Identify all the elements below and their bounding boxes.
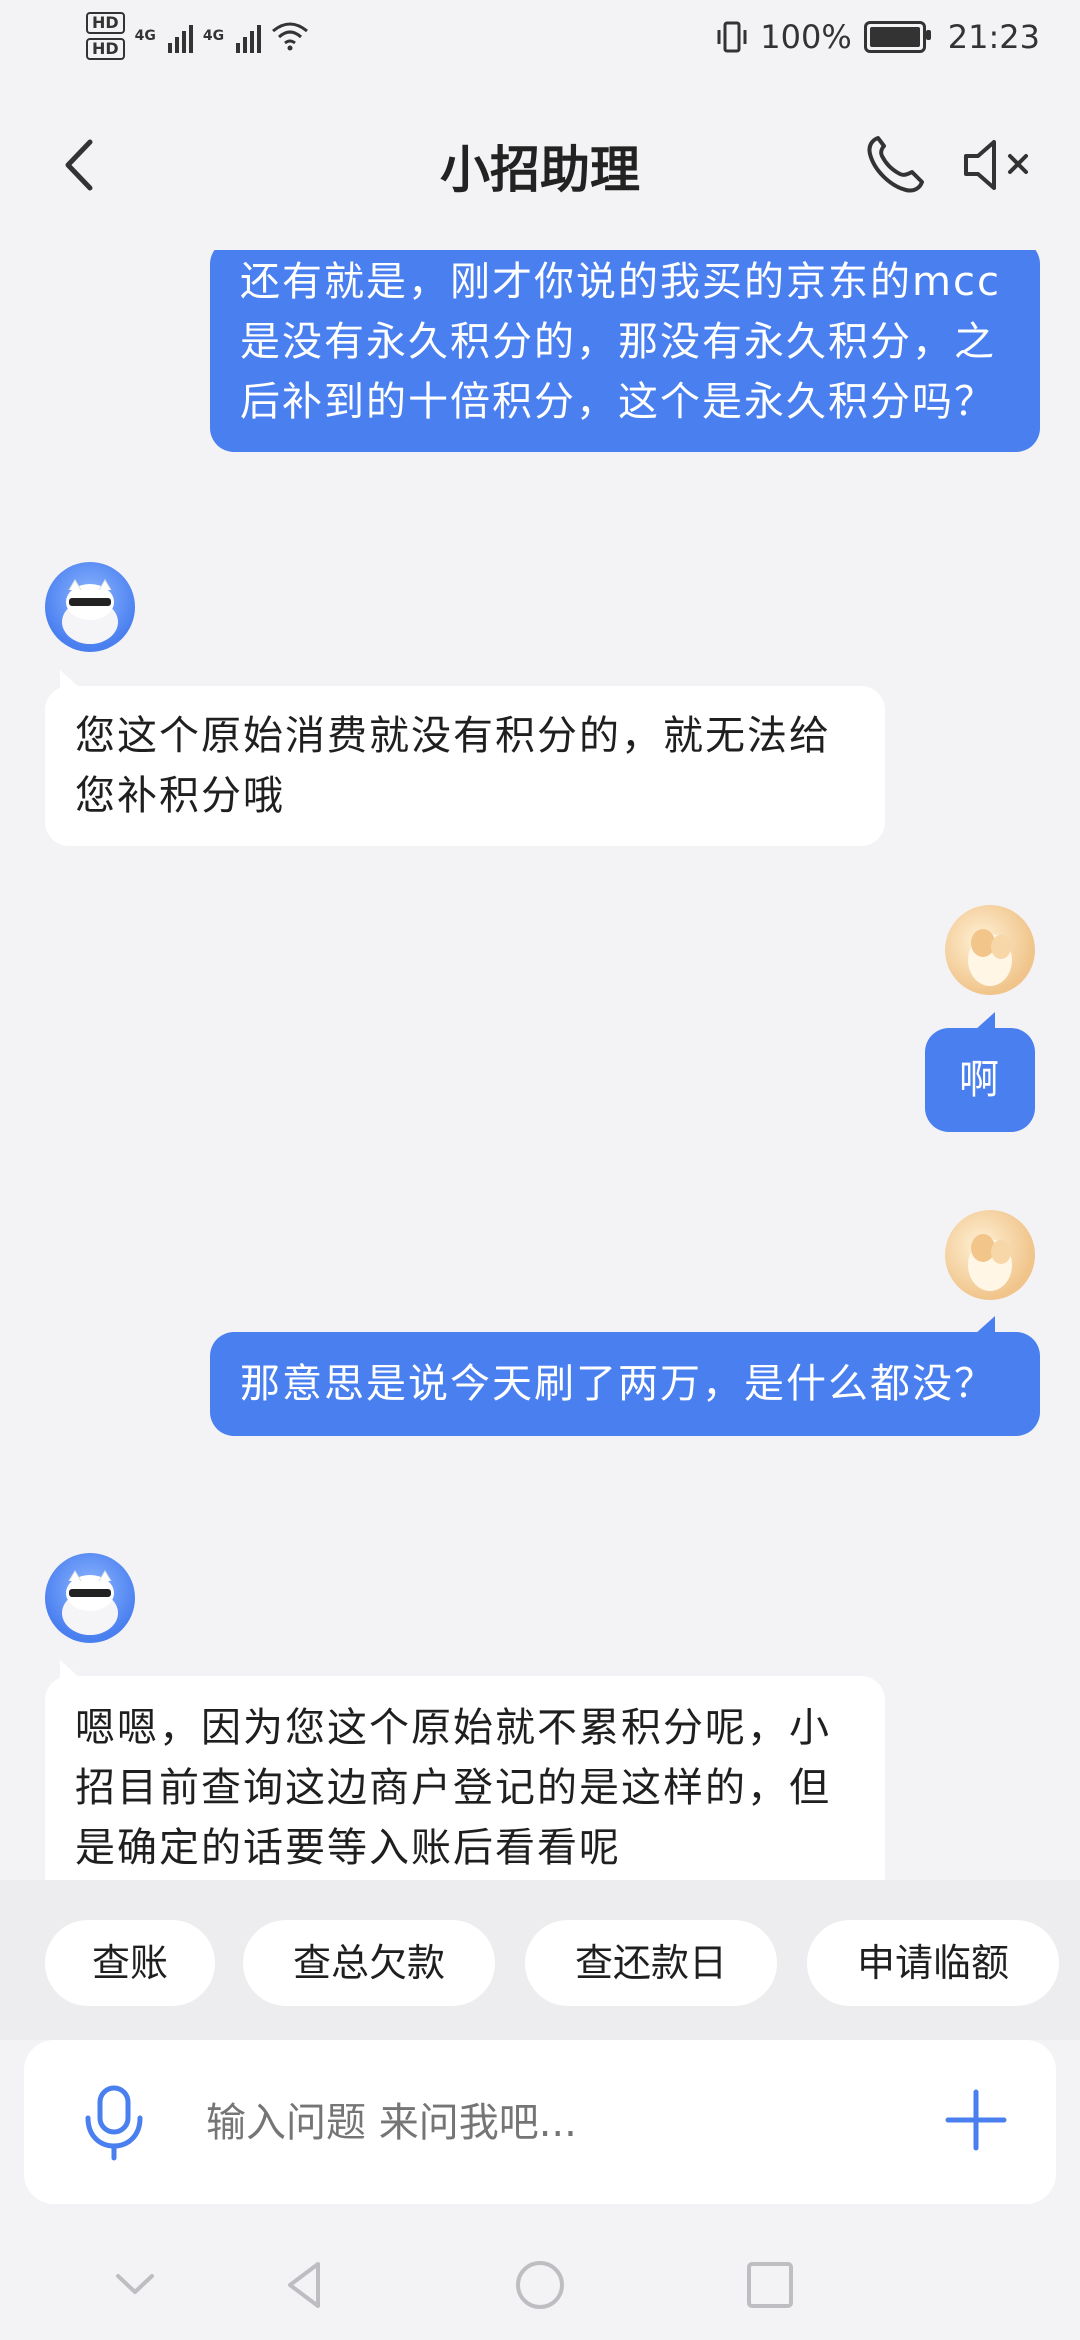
home-nav-icon[interactable] [505, 2250, 575, 2320]
recents-nav-icon[interactable] [735, 2250, 805, 2320]
vibrate-icon [717, 21, 747, 53]
user-avatar[interactable] [945, 1210, 1035, 1300]
cat-robot-icon [62, 1570, 118, 1635]
message-text: 啊 [959, 1057, 1001, 1103]
assistant-message: 嗯嗯，因为您这个原始就不累积分呢，小招目前查询这边商户登记的是这样的，但是确定的… [45, 1676, 885, 1880]
quick-chip-due-date[interactable]: 查还款日 [525, 1920, 777, 2006]
quick-chip-temp-limit[interactable]: 申请临额 [807, 1920, 1059, 2006]
assistant-message: 您这个原始消费就没有积分的，就无法给您补积分哦 [45, 686, 885, 846]
user-message: 还有就是，刚才你说的我买的京东的mcc是没有永久积分的，那没有永久积分，之后补到… [210, 250, 1040, 452]
user-message: 啊 [925, 1028, 1035, 1132]
network-label-1: 4G [134, 28, 156, 44]
assistant-avatar[interactable] [45, 562, 135, 652]
chat-header: 小招助理 [0, 80, 1080, 250]
wifi-icon [272, 22, 309, 51]
speaker-mute-button[interactable] [960, 130, 1040, 200]
microphone-icon[interactable] [74, 2082, 154, 2162]
clock: 21:23 [947, 18, 1040, 56]
status-bar: HD HD 4G 4G 100% 21:23 [0, 0, 1080, 80]
phone-call-button[interactable] [860, 130, 930, 200]
assistant-avatar[interactable] [45, 1553, 135, 1643]
quick-chip-check-bill[interactable]: 查账 [45, 1920, 215, 2006]
message-text: 还有就是，刚才你说的我买的京东的mcc是没有永久积分的，那没有永久积分，之后补到… [240, 259, 1001, 425]
message-input-bar [24, 2040, 1056, 2204]
plus-icon[interactable] [936, 2080, 1016, 2160]
hd-badge-1: HD [86, 12, 125, 34]
status-right: 100% 21:23 [716, 18, 1040, 56]
hd-badge-2: HD [86, 38, 125, 60]
message-text: 那意思是说今天刷了两万，是什么都没？ [240, 1361, 996, 1407]
cat-photo-icon [968, 929, 1012, 986]
message-input[interactable] [204, 2080, 908, 2166]
message-text: 嗯嗯，因为您这个原始就不累积分呢，小招目前查询这边商户登记的是这样的，但是确定的… [75, 1705, 831, 1871]
status-left: HD HD 4G 4G [86, 12, 309, 60]
back-nav-icon[interactable] [270, 2250, 340, 2320]
cat-robot-icon [62, 579, 118, 644]
hd-indicators: HD HD [86, 12, 125, 60]
quick-actions-bar: 查账 查总欠款 查还款日 申请临额 [0, 1880, 1080, 2040]
battery-percentage: 100% [760, 18, 852, 56]
signal-icon-1 [167, 19, 193, 53]
hide-keyboard-icon[interactable] [100, 2250, 170, 2320]
quick-chip-total-debt[interactable]: 查总欠款 [243, 1920, 495, 2006]
user-message: 那意思是说今天刷了两万，是什么都没？ [210, 1332, 1040, 1436]
network-label-2: 4G [202, 28, 225, 44]
battery-icon [863, 21, 931, 53]
cat-photo-icon [968, 1234, 1012, 1291]
system-nav-bar [0, 2220, 1080, 2340]
user-avatar[interactable] [945, 905, 1035, 995]
signal-icon-2 [236, 19, 262, 53]
chat-messages[interactable]: 还有就是，刚才你说的我买的京东的mcc是没有永久积分的，那没有永久积分，之后补到… [0, 250, 1080, 1880]
message-text: 您这个原始消费就没有积分的，就无法给您补积分哦 [75, 713, 831, 819]
